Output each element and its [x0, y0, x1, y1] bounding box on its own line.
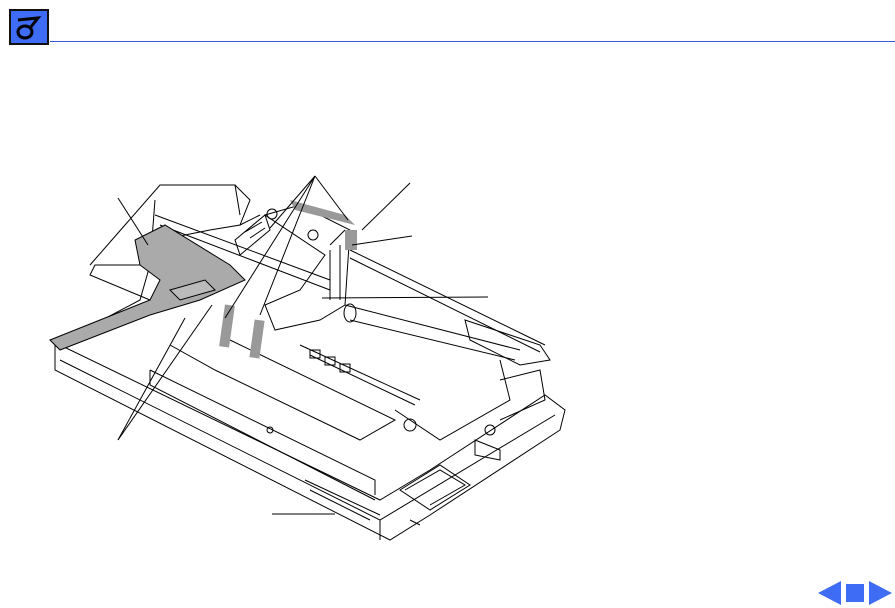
base-frame: [54, 264, 566, 541]
carriage: [263, 204, 351, 331]
next-arrow-icon[interactable]: [868, 580, 894, 606]
printer-mechanism-illustration: [49, 175, 566, 541]
previous-arrow-icon[interactable]: [817, 580, 843, 606]
gray-strip-2: [249, 319, 265, 359]
stop-square-icon[interactable]: [846, 584, 864, 602]
